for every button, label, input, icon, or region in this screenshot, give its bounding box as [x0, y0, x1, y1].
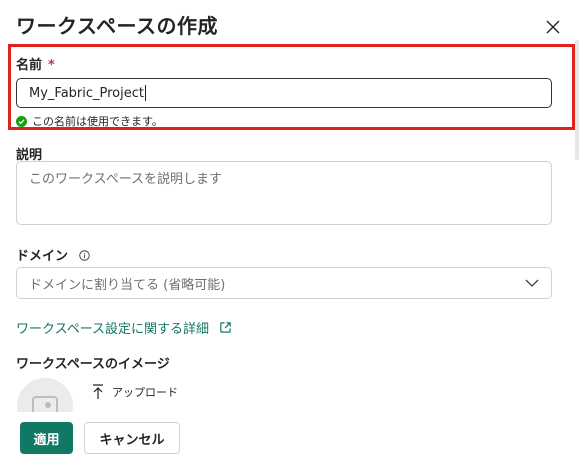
name-label-text: 名前 [16, 58, 43, 73]
dialog-footer: 適用 キャンセル [0, 412, 579, 463]
description-placeholder: このワークスペースを説明します [29, 172, 223, 187]
required-mark: * [48, 58, 55, 73]
domain-label: ドメイン [16, 245, 90, 264]
dialog-title: ワークスペースの作成 [16, 14, 218, 38]
name-input[interactable]: My_Fabric_Project [16, 78, 552, 108]
cancel-button[interactable]: キャンセル [84, 422, 180, 454]
close-icon [546, 20, 560, 34]
workspace-image-label: ワークスペースのイメージ [16, 357, 170, 372]
description-textarea[interactable]: このワークスペースを説明します [16, 161, 552, 225]
upload-label: アップロード [112, 386, 178, 399]
info-icon[interactable] [78, 250, 90, 261]
validation-text: この名前は使用できます。 [32, 115, 163, 128]
workspace-settings-link[interactable]: ワークスペース設定に関する詳細 [16, 318, 232, 337]
check-circle-icon [16, 115, 27, 127]
domain-select[interactable]: ドメインに割り当てる (省略可能) [16, 267, 552, 299]
workspace-settings-link-text: ワークスペース設定に関する詳細 [16, 322, 210, 337]
domain-placeholder: ドメインに割り当てる (省略可能) [29, 277, 226, 293]
scrollbar[interactable] [575, 40, 579, 160]
upload-button[interactable]: アップロード [92, 384, 178, 400]
validation-message: この名前は使用できます。 [16, 113, 163, 129]
name-label: 名前 * [16, 54, 55, 73]
upload-arrow-icon [93, 384, 103, 399]
apply-button[interactable]: 適用 [20, 422, 73, 454]
create-workspace-dialog: ワークスペースの作成 名前 * My_Fabric_Project この名前は使用… [0, 0, 579, 463]
chevron-down-icon [525, 279, 539, 287]
close-button[interactable] [540, 14, 566, 40]
name-input-value: My_Fabric_Project [29, 85, 144, 101]
domain-label-text: ドメイン [16, 249, 69, 264]
text-caret [145, 85, 146, 101]
open-external-icon [220, 322, 231, 333]
